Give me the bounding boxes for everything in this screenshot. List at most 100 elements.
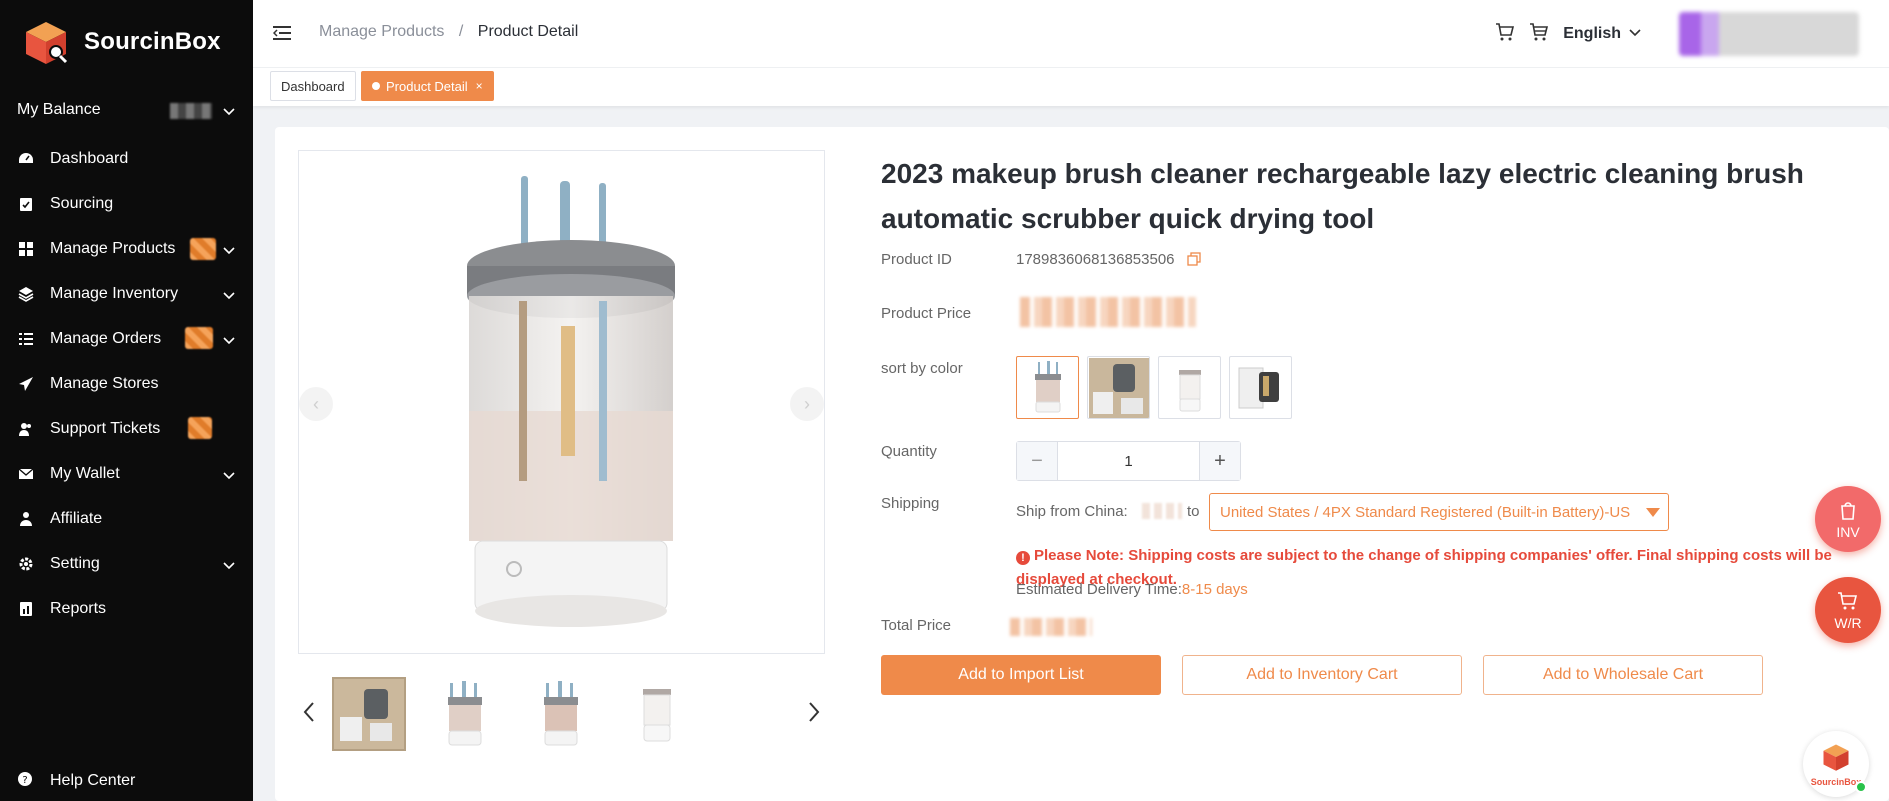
sidebar-item-manage-orders[interactable]: Manage Orders <box>0 316 253 361</box>
logo[interactable]: SourcinBox <box>0 0 253 84</box>
balance-label: My Balance <box>17 101 101 118</box>
carousel-next-button[interactable]: › <box>790 387 824 421</box>
tab-label: Product Detail <box>386 78 468 94</box>
thumbnail-2[interactable] <box>428 677 502 751</box>
my-balance[interactable]: My Balance <box>0 84 253 136</box>
users-icon <box>17 420 35 438</box>
total-price-label: Total Price <box>881 617 952 634</box>
breadcrumb: Manage Products / Product Detail <box>319 23 578 41</box>
inv-float-button[interactable]: INV <box>1815 486 1881 552</box>
chat-widget-brand: SourcinBox <box>1810 776 1862 787</box>
close-icon[interactable]: × <box>476 79 483 93</box>
mail-icon <box>17 465 35 483</box>
decrement-button[interactable]: − <box>1017 442 1057 480</box>
alert-icon: ! <box>1016 551 1030 565</box>
layers-icon <box>17 285 35 303</box>
sidebar-item-label: Dashboard <box>50 149 129 167</box>
sidebar-item-my-wallet[interactable]: My Wallet <box>0 451 253 496</box>
color-swatch-3[interactable] <box>1158 356 1221 419</box>
thumbnail-3[interactable] <box>524 677 598 751</box>
copy-icon[interactable] <box>1187 252 1201 271</box>
add-to-inventory-cart-button[interactable]: Add to Inventory Cart <box>1182 655 1462 695</box>
report-icon <box>17 600 35 618</box>
menu-toggle-icon[interactable] <box>272 25 291 46</box>
product-id-value: 1789836068136853506 <box>1016 251 1175 268</box>
notification-badge-blurred <box>185 327 213 349</box>
add-to-import-list-button[interactable]: Add to Import List <box>881 655 1161 695</box>
sidebar-item-setting[interactable]: Setting <box>0 541 253 586</box>
user-avatar-blurred[interactable] <box>1679 12 1859 56</box>
notification-badge-blurred <box>188 417 212 439</box>
shipping-method-select[interactable]: United States / 4PX Standard Registered … <box>1209 493 1669 531</box>
color-swatch-1[interactable] <box>1016 356 1079 419</box>
chevron-down-icon <box>223 288 235 306</box>
sidebar-item-affiliate[interactable]: Affiliate <box>0 496 253 541</box>
quantity-stepper: − 1 + <box>1016 441 1241 481</box>
sidebar-item-manage-products[interactable]: Manage Products <box>0 226 253 271</box>
increment-button[interactable]: + <box>1200 442 1240 480</box>
product-detail-card: ‹ › 2023 makeup brush cleaner rechargeab… <box>275 127 1889 801</box>
sidebar-item-label: Affiliate <box>50 509 103 527</box>
breadcrumb-current: Product Detail <box>477 23 579 40</box>
grid-icon <box>17 240 35 258</box>
quantity-input[interactable]: 1 <box>1057 442 1200 480</box>
sidebar-item-reports[interactable]: Reports <box>0 586 253 631</box>
notification-badge-blurred <box>190 238 216 260</box>
chevron-down-icon <box>223 104 235 122</box>
bag-icon <box>1837 499 1859 524</box>
chevron-left-icon: ‹ <box>313 393 319 414</box>
sidebar-item-support-tickets[interactable]: Support Tickets <box>0 406 253 451</box>
clipboard-check-icon <box>17 195 35 213</box>
thumbnail-strip <box>298 677 825 753</box>
balance-amount-blurred <box>170 103 212 119</box>
thumbnail-4[interactable] <box>620 677 694 751</box>
add-to-wholesale-cart-button[interactable]: Add to Wholesale Cart <box>1483 655 1763 695</box>
sidebar-item-manage-inventory[interactable]: Manage Inventory <box>0 271 253 316</box>
chevron-down-icon <box>223 243 235 261</box>
sidebar-item-dashboard[interactable]: Dashboard <box>0 136 253 181</box>
wr-float-button[interactable]: W/R <box>1815 577 1881 643</box>
active-dot-icon <box>372 82 380 90</box>
chat-widget[interactable]: SourcinBox <box>1803 731 1869 797</box>
tab-dashboard[interactable]: Dashboard <box>270 71 356 101</box>
thumb-next-icon[interactable] <box>807 701 821 729</box>
tab-product-detail[interactable]: Product Detail × <box>361 71 494 101</box>
sidebar-item-sourcing[interactable]: Sourcing <box>0 181 253 226</box>
chevron-down-icon <box>223 558 235 576</box>
color-swatch-4[interactable] <box>1229 356 1292 419</box>
cart-icon <box>1837 590 1859 615</box>
sidebar-item-label: Manage Stores <box>50 374 159 392</box>
logo-box-icon <box>1821 742 1851 777</box>
brush-cleaner-image-icon <box>467 176 675 627</box>
wr-label: W/R <box>1834 614 1862 631</box>
total-price-blurred <box>1010 618 1092 636</box>
ship-from-blurred <box>1142 503 1182 519</box>
thumb-prev-icon[interactable] <box>302 701 316 729</box>
cart-icon[interactable] <box>1495 22 1515 47</box>
paper-plane-icon <box>17 375 35 393</box>
carousel-prev-button[interactable]: ‹ <box>299 387 333 421</box>
product-id-label: Product ID <box>881 251 952 268</box>
thumbnail-1[interactable] <box>332 677 406 751</box>
chevron-right-icon: › <box>804 393 810 414</box>
thumbnail-image-icon <box>544 681 578 746</box>
sidebar-item-manage-stores[interactable]: Manage Stores <box>0 361 253 406</box>
color-swatch-2[interactable] <box>1087 356 1150 419</box>
product-price-blurred <box>1020 297 1196 327</box>
language-select[interactable]: English <box>1563 25 1641 43</box>
breadcrumb-parent[interactable]: Manage Products <box>319 23 444 40</box>
svg-text:?: ? <box>22 775 27 786</box>
quantity-label: Quantity <box>881 443 937 460</box>
brand-name: SourcinBox <box>84 28 221 55</box>
sidebar-item-label: Manage Orders <box>50 329 162 347</box>
logo-box-icon <box>22 18 70 66</box>
ship-to-label: to <box>1187 503 1200 520</box>
help-center[interactable]: ? Help Center <box>0 761 135 801</box>
eta-value: 8-15 days <box>1181 581 1248 598</box>
sidebar-item-label: Manage Inventory <box>50 284 179 302</box>
estimated-delivery: Estimated Delivery Time:8-15 days <box>1016 581 1248 598</box>
chevron-down-icon <box>1629 25 1641 43</box>
language-label: English <box>1563 25 1621 42</box>
wholesale-cart-icon[interactable] <box>1529 22 1549 47</box>
sidebar-item-label: Reports <box>50 599 107 617</box>
